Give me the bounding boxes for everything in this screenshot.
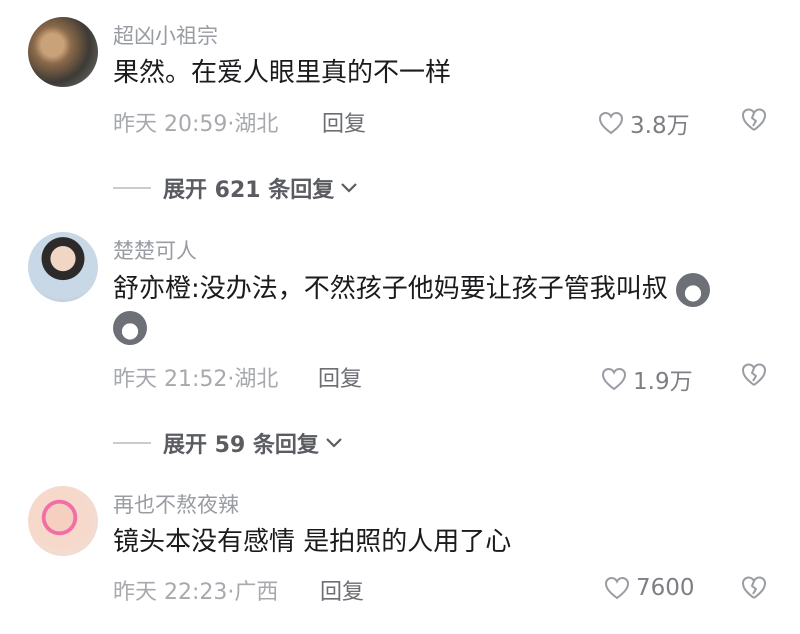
comment-text: 果然。在爱人眼里真的不一样 xyxy=(113,58,452,88)
broken-heart-icon xyxy=(742,108,766,131)
like-button[interactable]: 1.9万 xyxy=(601,362,693,396)
comment-meta: 昨天 20:59·湖北 xyxy=(113,112,279,137)
divider-line xyxy=(113,187,151,189)
like-button[interactable]: 7600 xyxy=(604,575,695,601)
heart-outline-icon xyxy=(604,576,630,600)
chevron-down-icon xyxy=(341,183,358,193)
like-count: 7600 xyxy=(636,575,695,601)
reply-button[interactable]: 回复 xyxy=(322,106,366,138)
avatar[interactable] xyxy=(28,17,98,87)
expand-replies-label: 展开 59 条回复 xyxy=(163,433,319,458)
expand-replies-button[interactable]: 展开 59 条回复 xyxy=(113,427,343,459)
divider-line xyxy=(113,442,151,444)
comment-username[interactable]: 楚楚可人 xyxy=(113,235,197,265)
like-button[interactable]: 3.8万 xyxy=(598,106,690,140)
comment-username[interactable]: 再也不熬夜辣 xyxy=(113,489,239,519)
comment-username[interactable]: 超凶小祖宗 xyxy=(113,20,218,50)
like-count: 3.8万 xyxy=(630,113,690,139)
broken-heart-icon xyxy=(742,576,766,599)
avatar[interactable] xyxy=(28,232,98,302)
chevron-down-icon xyxy=(326,438,342,448)
heart-outline-icon xyxy=(601,367,627,391)
reply-button[interactable]: 回复 xyxy=(320,574,364,606)
comment-meta: 昨天 21:52·湖北 xyxy=(113,367,279,392)
comment-text-continued xyxy=(113,308,147,346)
comment-text: 镜头本没有感情 是拍照的人用了心 xyxy=(113,527,512,557)
reply-button[interactable]: 回复 xyxy=(318,361,362,393)
dislike-button[interactable] xyxy=(740,107,768,137)
heart-outline-icon xyxy=(598,111,624,135)
comment-text: 舒亦橙:没办法，不然孩子他妈要让孩子管我叫叔 xyxy=(113,270,711,308)
broken-heart-icon xyxy=(742,363,766,386)
comment-meta: 昨天 22:23·广西 xyxy=(113,580,279,605)
dog-emoji-icon xyxy=(113,310,147,345)
dog-emoji-icon xyxy=(676,272,711,307)
avatar[interactable] xyxy=(28,486,98,556)
expand-replies-label: 展开 621 条回复 xyxy=(163,178,335,203)
dislike-button[interactable] xyxy=(740,362,768,392)
expand-replies-button[interactable]: 展开 621 条回复 xyxy=(113,172,358,204)
comment-text-line: 舒亦橙:没办法，不然孩子他妈要让孩子管我叫叔 xyxy=(113,274,668,304)
like-count: 1.9万 xyxy=(633,369,693,395)
dislike-button[interactable] xyxy=(740,575,768,605)
